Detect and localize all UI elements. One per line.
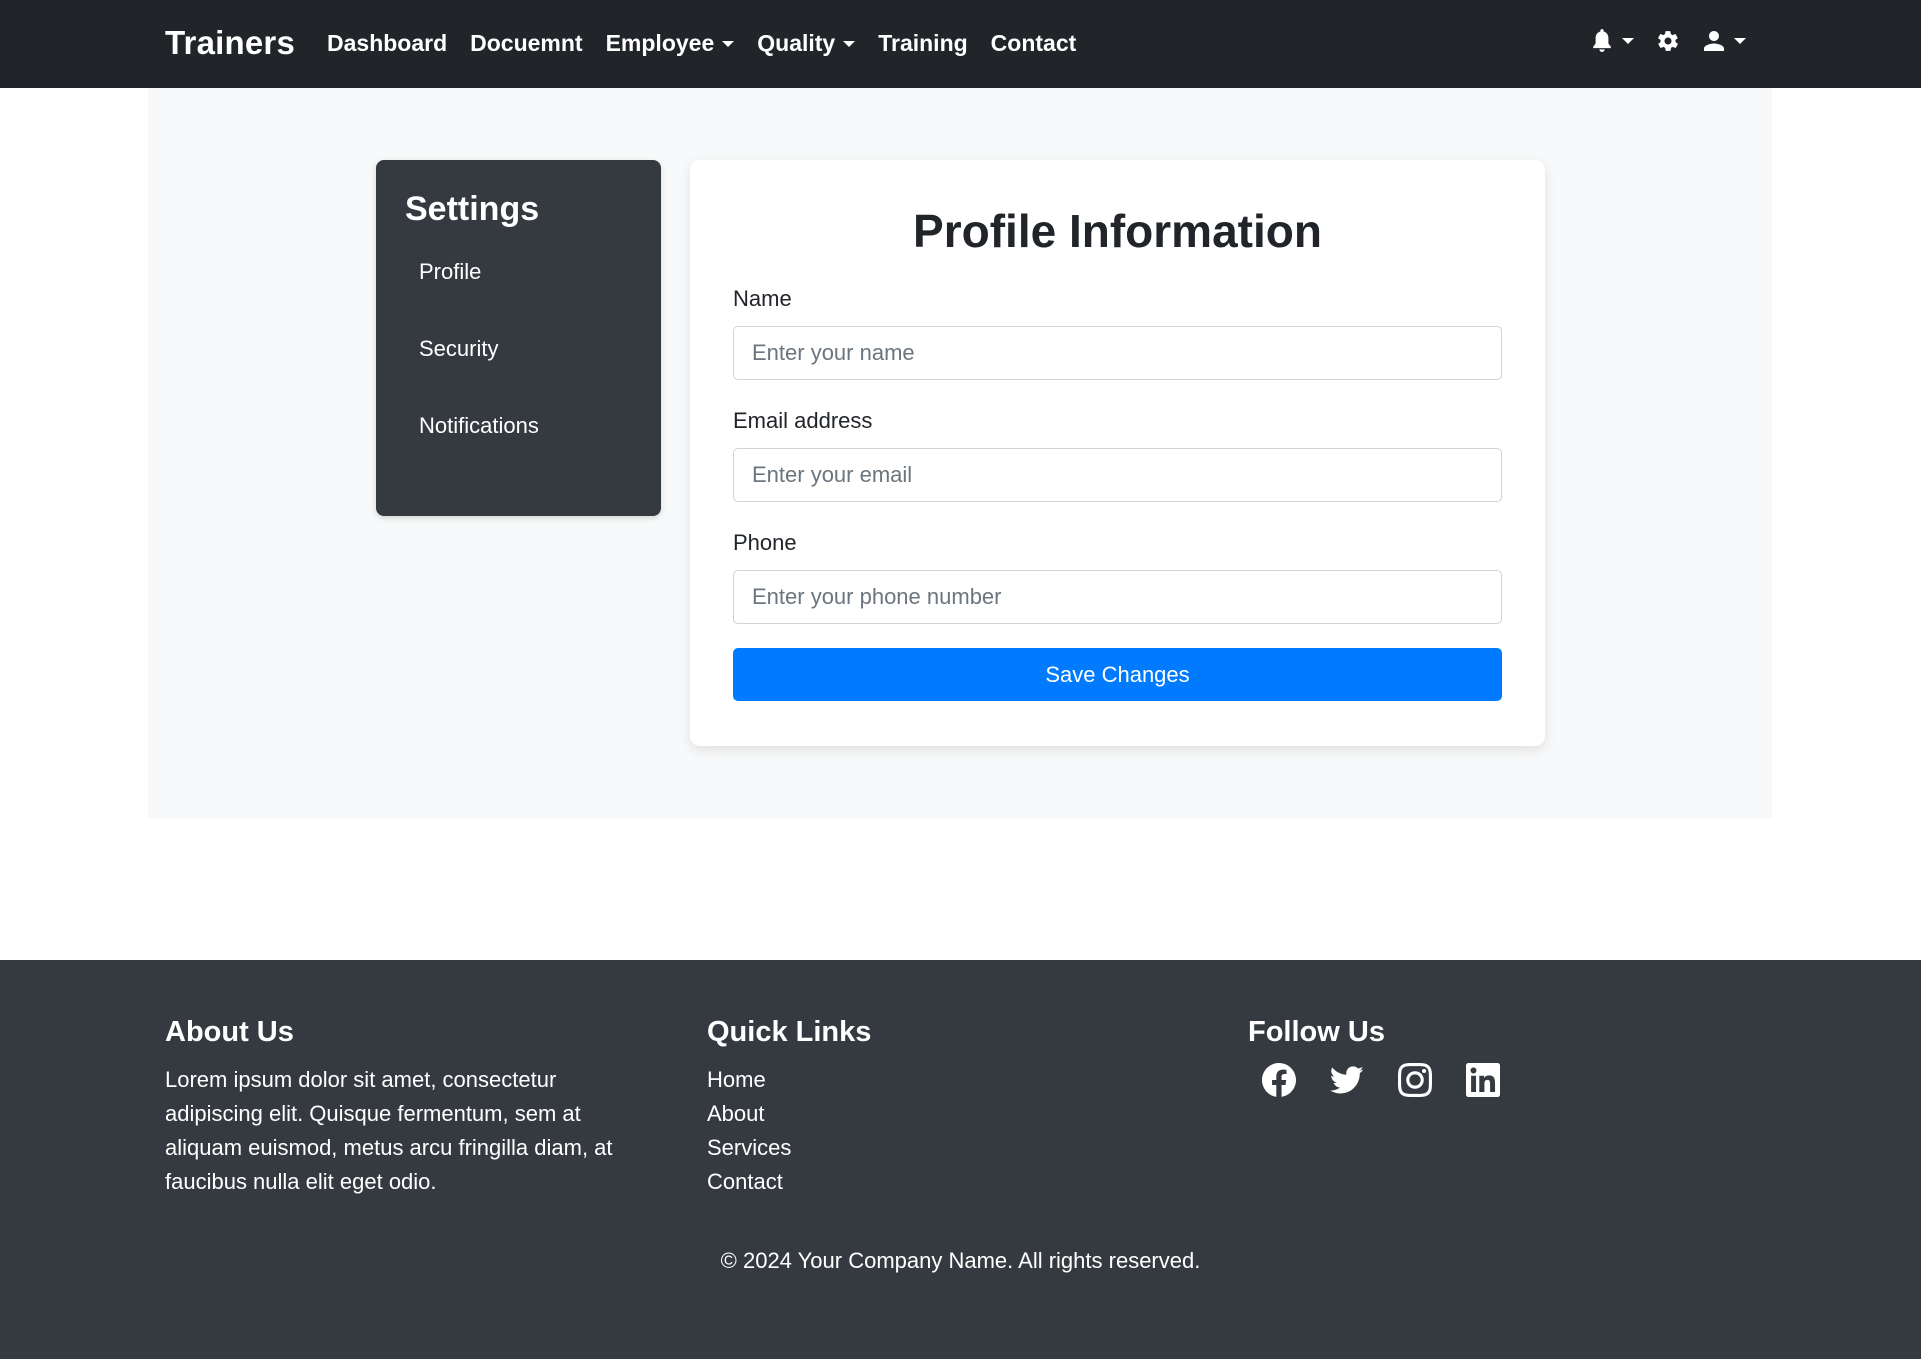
- facebook-link[interactable]: [1262, 1063, 1296, 1097]
- notifications-dropdown[interactable]: [1590, 28, 1634, 54]
- gear-icon: [1658, 31, 1678, 51]
- footer-link-services[interactable]: Services: [707, 1131, 871, 1165]
- linkedin-link[interactable]: [1466, 1063, 1500, 1097]
- quick-links-list: Home About Services Contact: [707, 1063, 871, 1199]
- about-heading: About Us: [165, 1016, 294, 1048]
- nav-link-training[interactable]: Training: [878, 30, 967, 57]
- linkedin-icon: [1466, 1063, 1500, 1097]
- caret-down-icon: [843, 40, 856, 47]
- nav-link-dashboard[interactable]: Dashboard: [327, 30, 447, 57]
- nav-link-label: Training: [878, 30, 968, 56]
- footer-quick-links: Quick Links Home About Services Contact: [707, 1016, 871, 1199]
- nav-dropdown-quality[interactable]: Quality: [757, 30, 856, 57]
- top-navbar: Trainers Dashboard Docuemnt Employee Qua…: [0, 0, 1921, 88]
- footer-link-home[interactable]: Home: [707, 1063, 871, 1097]
- nav-link-label: Docuemnt: [470, 30, 583, 56]
- social-icons: [1262, 1063, 1534, 1097]
- sidebar-title: Settings: [405, 190, 540, 228]
- copyright-text: © 2024 Your Company Name. All rights res…: [720, 1248, 1201, 1273]
- facebook-icon: [1262, 1063, 1296, 1097]
- sidebar-item-profile[interactable]: Profile: [405, 259, 661, 336]
- footer-link-about[interactable]: About: [707, 1097, 871, 1131]
- sidebar-item-security[interactable]: Security: [405, 336, 661, 413]
- footer: About Us Lorem ipsum dolor sit amet, con…: [0, 960, 1921, 1359]
- user-icon: [1704, 31, 1724, 51]
- save-changes-button[interactable]: Save Changes: [733, 648, 1502, 701]
- settings-button[interactable]: [1656, 28, 1680, 54]
- instagram-link[interactable]: [1398, 1063, 1432, 1097]
- name-input[interactable]: [733, 326, 1502, 380]
- caret-down-icon: [1734, 38, 1746, 44]
- twitter-link[interactable]: [1329, 1063, 1364, 1097]
- quick-links-heading: Quick Links: [707, 1016, 872, 1048]
- caret-down-icon: [722, 40, 735, 47]
- footer-link-contact[interactable]: Contact: [707, 1165, 871, 1199]
- nav-link-label: Contact: [990, 30, 1077, 56]
- nav-link-label: Employee: [605, 30, 715, 56]
- nav-links: Dashboard Docuemnt Employee Quality Trai…: [327, 30, 1099, 57]
- email-label: Email address: [733, 408, 873, 433]
- nav-link-label: Dashboard: [327, 30, 448, 56]
- page-title: Profile Information: [913, 205, 1322, 257]
- email-input[interactable]: [733, 448, 1502, 502]
- footer-follow: Follow Us: [1248, 1016, 1534, 1097]
- nav-right-icons: [1568, 28, 1746, 54]
- user-menu-dropdown[interactable]: [1702, 28, 1746, 54]
- profile-card: Profile Information Name Email address P…: [690, 160, 1545, 746]
- instagram-icon: [1398, 1063, 1432, 1097]
- nav-link-document[interactable]: Docuemnt: [470, 30, 582, 57]
- nav-link-contact[interactable]: Contact: [991, 30, 1077, 57]
- caret-down-icon: [1622, 38, 1634, 44]
- brand-logo[interactable]: Trainers: [165, 24, 295, 62]
- name-label: Name: [733, 286, 792, 311]
- settings-sidebar: Settings Profile Security Notifications: [376, 160, 661, 516]
- sidebar-item-notifications[interactable]: Notifications: [405, 413, 661, 490]
- twitter-icon: [1329, 1066, 1364, 1094]
- follow-heading: Follow Us: [1248, 1016, 1385, 1048]
- phone-label: Phone: [733, 530, 797, 555]
- nav-dropdown-employee[interactable]: Employee: [606, 30, 735, 57]
- about-text: Lorem ipsum dolor sit amet, consectetur …: [165, 1067, 613, 1194]
- phone-input[interactable]: [733, 570, 1502, 624]
- nav-link-label: Quality: [757, 30, 836, 56]
- bell-icon: [1593, 29, 1611, 52]
- footer-about: About Us Lorem ipsum dolor sit amet, con…: [165, 1016, 645, 1199]
